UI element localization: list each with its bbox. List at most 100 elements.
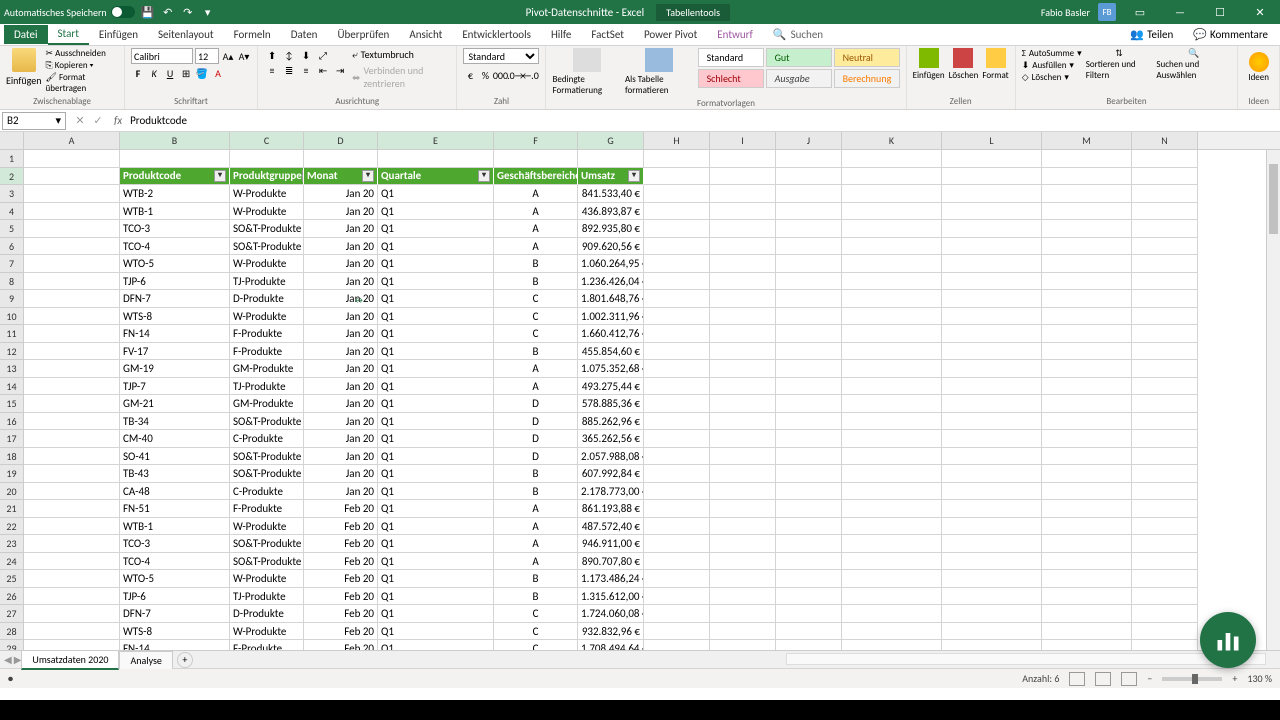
merge-button[interactable]: ⬌ Verbinden und zentrieren xyxy=(352,64,450,90)
format-painter-button[interactable]: 🖌 Format übertragen xyxy=(46,72,119,94)
cell[interactable] xyxy=(842,255,942,273)
cell[interactable] xyxy=(842,518,942,536)
cell[interactable] xyxy=(1132,185,1198,203)
cell[interactable]: Q1 xyxy=(378,203,494,221)
cell[interactable]: WTO-5 xyxy=(120,570,230,588)
cell[interactable] xyxy=(776,535,842,553)
cell[interactable] xyxy=(644,483,710,501)
cell[interactable]: Feb 20 xyxy=(304,535,378,553)
cell[interactable] xyxy=(644,273,710,291)
column-header-B[interactable]: B xyxy=(120,132,230,149)
style-ausgabe[interactable]: Ausgabe xyxy=(766,69,832,88)
cell[interactable] xyxy=(710,465,776,483)
cell[interactable] xyxy=(1132,343,1198,361)
fill-color-button[interactable]: 🪣 xyxy=(195,66,209,80)
row-header[interactable]: 2 xyxy=(0,168,24,186)
cell[interactable]: Feb 20 xyxy=(304,518,378,536)
row-header[interactable]: 21 xyxy=(0,500,24,518)
insert-cells-button[interactable]: Einfügen xyxy=(913,48,945,81)
cell[interactable]: WTB-1 xyxy=(120,518,230,536)
cell[interactable] xyxy=(24,605,120,623)
cell[interactable] xyxy=(776,570,842,588)
cell[interactable] xyxy=(776,255,842,273)
cell[interactable]: FN-14 xyxy=(120,640,230,650)
cell[interactable] xyxy=(1042,150,1132,168)
cell[interactable]: Jan 20 xyxy=(304,308,378,326)
row-header[interactable]: 9 xyxy=(0,290,24,308)
style-neutral[interactable]: Neutral xyxy=(834,48,900,67)
currency-icon[interactable]: € xyxy=(463,68,477,82)
row-header[interactable]: 19 xyxy=(0,465,24,483)
ribbon-options-icon[interactable]: ▭ xyxy=(1124,0,1156,24)
cell[interactable]: Jan 20 xyxy=(304,343,378,361)
tab-file[interactable]: Datei xyxy=(4,25,48,44)
cell[interactable] xyxy=(1042,518,1132,536)
table-header[interactable]: Quartale▾ xyxy=(378,168,494,186)
cell[interactable] xyxy=(942,203,1042,221)
cell[interactable]: Jan 20 xyxy=(304,378,378,396)
cell[interactable] xyxy=(1132,500,1198,518)
cell[interactable] xyxy=(644,185,710,203)
cell[interactable] xyxy=(644,518,710,536)
align-bottom-icon[interactable]: ⬇ xyxy=(298,48,314,62)
cell[interactable]: TJ-Produkte xyxy=(230,588,304,606)
cell[interactable] xyxy=(644,500,710,518)
cell[interactable]: 1.236.426,04 € xyxy=(578,273,644,291)
cell[interactable] xyxy=(710,378,776,396)
cell[interactable] xyxy=(710,185,776,203)
cell[interactable] xyxy=(644,238,710,256)
cell[interactable]: Feb 20 xyxy=(304,605,378,623)
cell[interactable] xyxy=(24,430,120,448)
cell[interactable]: A xyxy=(494,238,578,256)
grid-body[interactable]: 12Produktcode▾Produktgruppe▾Monat▾Quarta… xyxy=(0,150,1280,650)
cell[interactable] xyxy=(776,623,842,641)
cell[interactable]: F-Produkte xyxy=(230,325,304,343)
cell[interactable] xyxy=(1042,360,1132,378)
cell[interactable]: Jan 20 xyxy=(304,430,378,448)
border-button[interactable]: ⊞ xyxy=(179,66,193,80)
cell[interactable] xyxy=(378,150,494,168)
cell[interactable] xyxy=(942,500,1042,518)
cut-button[interactable]: ✂ Ausschneiden xyxy=(46,48,119,59)
share-button[interactable]: 👥Teilen xyxy=(1122,26,1181,43)
cell[interactable] xyxy=(644,605,710,623)
cell[interactable]: 1.315.612,00 € xyxy=(578,588,644,606)
cell[interactable] xyxy=(304,150,378,168)
cell[interactable] xyxy=(644,553,710,571)
row-header[interactable]: 14 xyxy=(0,378,24,396)
autosum-button[interactable]: Σ AutoSumme ▾ xyxy=(1022,48,1082,59)
cell[interactable]: B xyxy=(494,255,578,273)
cell[interactable] xyxy=(1132,290,1198,308)
row-header[interactable]: 12 xyxy=(0,343,24,361)
cell[interactable] xyxy=(644,220,710,238)
cell[interactable] xyxy=(842,325,942,343)
cell[interactable] xyxy=(494,150,578,168)
row-header[interactable]: 15 xyxy=(0,395,24,413)
row-header[interactable]: 17 xyxy=(0,430,24,448)
cell[interactable]: A xyxy=(494,203,578,221)
column-header-N[interactable]: N xyxy=(1132,132,1198,149)
cell[interactable] xyxy=(24,570,120,588)
cell[interactable]: Jan 20 xyxy=(304,203,378,221)
cell[interactable]: B xyxy=(494,483,578,501)
cell[interactable]: 493.275,44 € xyxy=(578,378,644,396)
cell[interactable] xyxy=(710,500,776,518)
cell[interactable] xyxy=(1042,413,1132,431)
cell[interactable]: C xyxy=(494,640,578,650)
cell[interactable]: Feb 20 xyxy=(304,570,378,588)
cell[interactable] xyxy=(24,465,120,483)
style-gut[interactable]: Gut xyxy=(766,48,832,67)
cell[interactable]: DFN-7 xyxy=(120,605,230,623)
cell[interactable] xyxy=(1132,465,1198,483)
save-icon[interactable]: 💾 xyxy=(141,5,155,19)
cell[interactable] xyxy=(776,238,842,256)
cell[interactable]: TJP-6 xyxy=(120,273,230,291)
cell[interactable] xyxy=(644,465,710,483)
zoom-level[interactable]: 130 % xyxy=(1247,672,1272,685)
cell[interactable]: GM-Produkte xyxy=(230,395,304,413)
column-header-E[interactable]: E xyxy=(378,132,494,149)
cell[interactable] xyxy=(24,378,120,396)
cell[interactable] xyxy=(1132,570,1198,588)
cell[interactable] xyxy=(24,255,120,273)
avatar[interactable]: FB xyxy=(1098,3,1116,21)
